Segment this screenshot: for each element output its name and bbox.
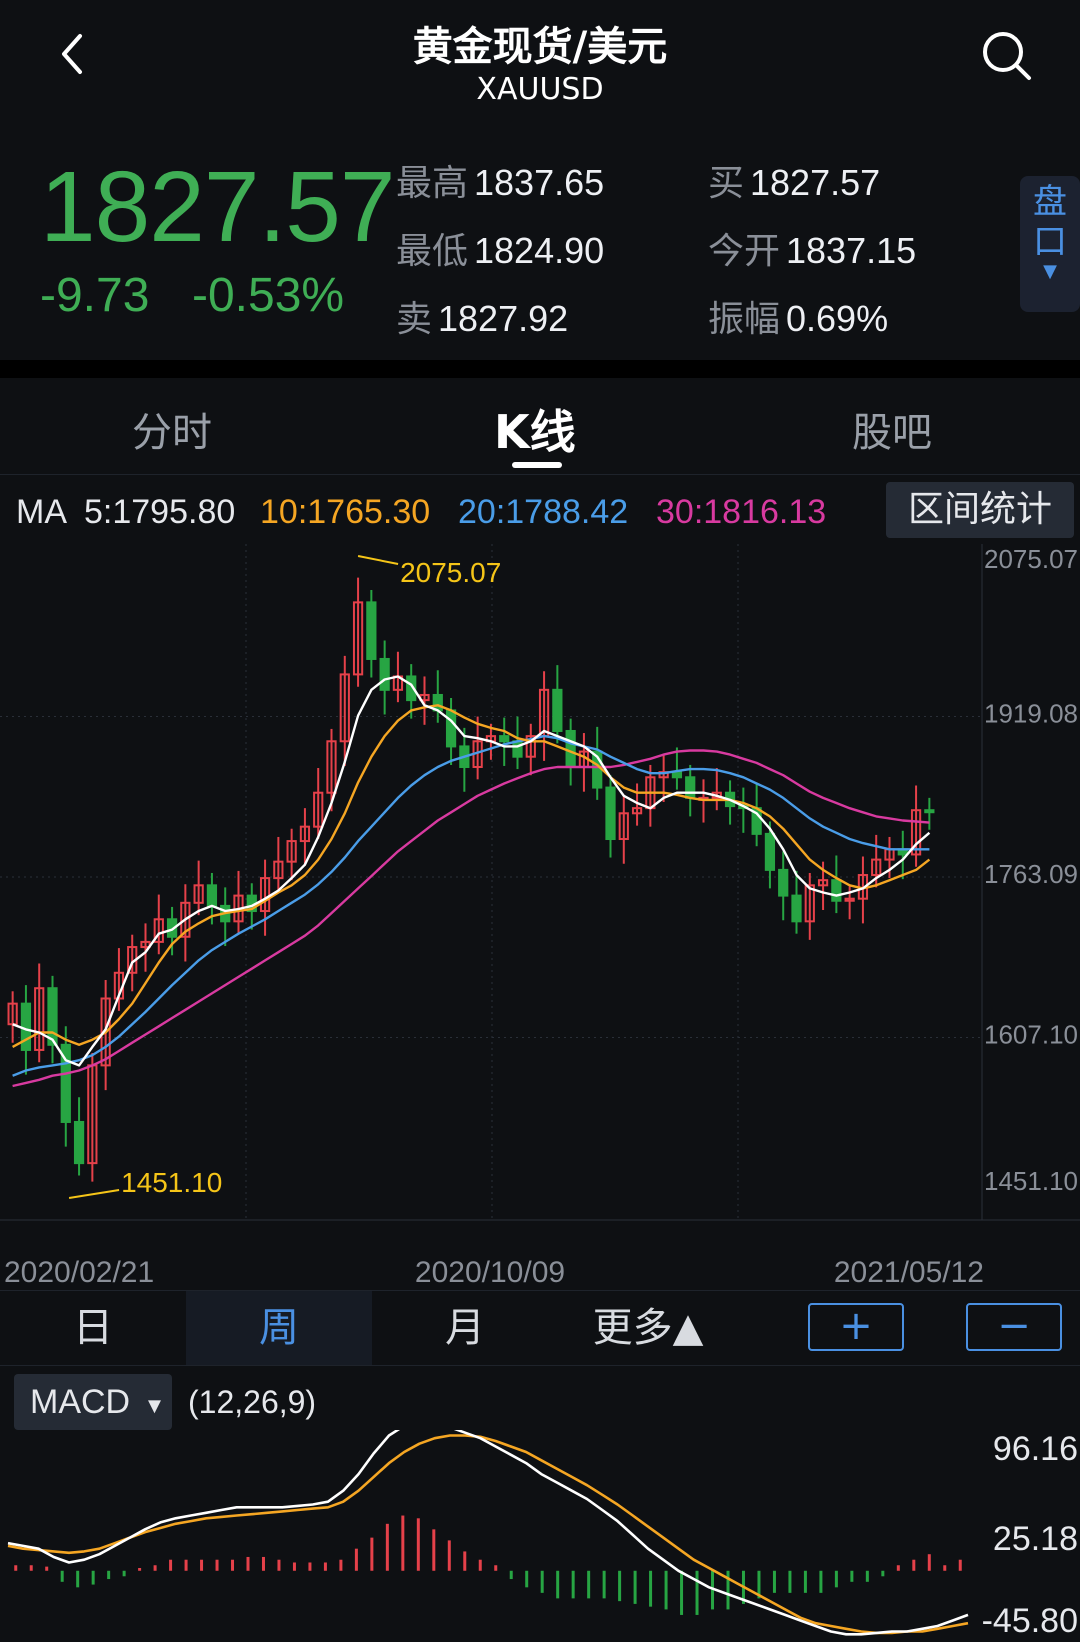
stat-low-value: 1824.90 (474, 230, 605, 271)
ma30-value: 30:1816.13 (656, 493, 827, 531)
stat-buy-value: 1827.57 (750, 162, 881, 203)
instrument-symbol: XAUUSD (476, 72, 604, 107)
candles (7, 577, 935, 1182)
search-button[interactable] (975, 22, 1039, 86)
y-tick-label: 1451.10 (984, 1166, 1078, 1196)
candle-body (778, 868, 789, 897)
tab-kline[interactable]: K线 (494, 396, 576, 462)
ma10-value: 10:1765.30 (260, 493, 431, 531)
candle-body (605, 786, 616, 841)
stat-open-value: 1837.15 (786, 230, 917, 271)
stat-sell: 卖 1827.92 (396, 290, 568, 342)
ma10-line (12, 704, 931, 1048)
stat-sell-label: 卖 (396, 299, 433, 340)
stat-open: 今开 1837.15 (708, 222, 916, 274)
y-tick-label: 1763.09 (984, 859, 1078, 889)
search-icon (983, 32, 1031, 80)
stat-amplitude-value: 0.69% (786, 298, 889, 339)
candle-body (379, 657, 390, 691)
candle-body (73, 1120, 85, 1165)
candle-body (565, 729, 576, 768)
price-change: -9.73 (40, 269, 150, 322)
candle-body (552, 688, 563, 732)
stat-amplitude-label: 振幅 (708, 299, 781, 340)
candle-body (685, 776, 696, 799)
ma-prefix: MA (16, 493, 67, 531)
zoom-in-button[interactable]: + (808, 1303, 904, 1351)
tab-timeshare[interactable]: 分时 (132, 400, 212, 458)
period-more[interactable]: 更多▲ (568, 1291, 728, 1365)
macd-y-tick: -45.80 (982, 1602, 1078, 1640)
stat-open-label: 今开 (708, 231, 781, 272)
y-tick-label: 1919.08 (984, 698, 1078, 728)
macd-lines (7, 1430, 969, 1636)
candle-body (499, 735, 510, 743)
candle-body (671, 771, 683, 779)
y-tick-label: 2075.07 (984, 544, 1078, 574)
x-tick-label: 2020/02/21 (4, 1256, 154, 1288)
chart-grid (0, 544, 1080, 1221)
macd-chart[interactable]: 96.16 25.18 -45.80 (0, 1430, 1080, 1642)
zoom-out-button[interactable]: − (966, 1303, 1062, 1351)
max-price-label: 2075.07 (400, 557, 501, 588)
kline-chart[interactable]: 2075.07 1919.08 1763.09 1607.10 1451.10 2020/… (0, 544, 1080, 1288)
quote-header: 黄金现货/美元 XAUUSD 1827.57 -9.73 -0.53% 最高 18… (0, 0, 1080, 360)
period-day[interactable]: 日 (0, 1291, 186, 1365)
candle-body (47, 987, 58, 1046)
candle-body (366, 601, 377, 660)
min-pointer (68, 1189, 120, 1199)
ma20-value: 20:1788.42 (458, 493, 629, 531)
candle-body (20, 1002, 32, 1051)
last-price: 1827.57 (40, 151, 395, 263)
order-book-label-2: 口 (1033, 222, 1067, 262)
range-stats-button[interactable]: 区间统计 (886, 482, 1074, 538)
order-book-button[interactable]: 盘 口 ▼ (1020, 176, 1080, 312)
period-week[interactable]: 周 (186, 1291, 372, 1365)
tab-forum[interactable]: 股吧 (852, 400, 932, 458)
period-month[interactable]: 月 (372, 1291, 558, 1365)
period-bar: 日 周 月 更多▲ + − (0, 1290, 1080, 1366)
chart-tabs: 分时 K线 股吧 (0, 378, 1080, 470)
stat-high-label: 最高 (396, 163, 469, 204)
stat-low: 最低 1824.90 (396, 222, 604, 274)
stat-high-value: 1837.65 (474, 162, 605, 203)
section-divider (0, 360, 1080, 378)
triangle-down-icon: ▼ (1043, 261, 1057, 282)
stat-low-label: 最低 (396, 231, 469, 272)
x-tick-label: 2020/10/09 (415, 1256, 565, 1288)
candle-body (445, 709, 457, 748)
max-pointer (357, 555, 399, 565)
macd-histogram (14, 1515, 962, 1615)
macd-dea-line (7, 1434, 969, 1635)
indicator-select-label: MACD (30, 1383, 131, 1421)
x-tick-label: 2021/05/12 (834, 1256, 984, 1288)
macd-y-tick: 25.18 (993, 1520, 1078, 1558)
active-tab-indicator (512, 462, 562, 468)
ma5-value: 5:1795.80 (84, 493, 236, 531)
macd-labels: 96.16 25.18 -45.80 (982, 1430, 1078, 1640)
price-change-pct: -0.53% (192, 269, 345, 322)
candle-body (831, 879, 842, 902)
moving-averages (12, 675, 931, 1088)
candle-body (764, 832, 776, 871)
order-book-label-1: 盘 (1033, 182, 1067, 222)
triangle-down-icon: ▼ (143, 1393, 166, 1418)
chart-labels: 2075.07 1919.08 1763.09 1607.10 1451.10 2020/… (4, 544, 1078, 1288)
stat-buy-label: 买 (708, 163, 745, 204)
candle-body (791, 894, 802, 923)
stat-amplitude: 振幅 0.69% (708, 290, 888, 342)
stat-sell-value: 1827.92 (438, 298, 569, 339)
stat-buy: 买 1827.57 (708, 154, 880, 206)
candle-body (206, 884, 218, 907)
y-tick-label: 1607.10 (984, 1019, 1078, 1049)
macd-params: (12,26,9) (188, 1384, 317, 1420)
macd-y-tick: 96.16 (993, 1430, 1078, 1468)
macd-dif-line (7, 1430, 969, 1636)
candle-body (512, 740, 523, 758)
indicator-select[interactable]: MACD ▼ (14, 1374, 172, 1430)
candle-body (924, 809, 935, 814)
instrument-title: 黄金现货/美元 (412, 24, 668, 70)
min-price-label: 1451.10 (121, 1167, 222, 1198)
stat-high: 最高 1837.65 (396, 154, 604, 206)
